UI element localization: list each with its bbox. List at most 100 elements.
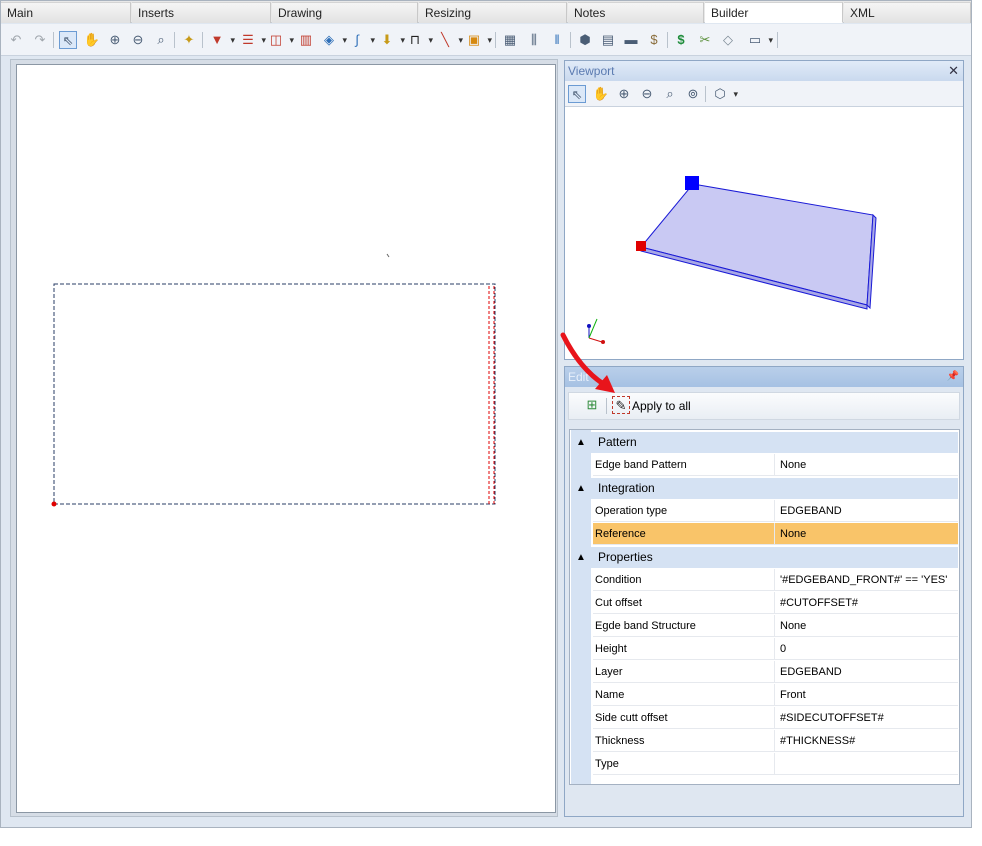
part-icon[interactable]: ◈ — [320, 31, 347, 49]
hardware-icon[interactable]: ▼ — [208, 31, 235, 49]
drawing-canvas[interactable] — [16, 64, 556, 813]
property-value[interactable]: Front — [780, 684, 956, 706]
property-grid: ▲ Pattern Edge band Pattern None ▲ Integ… — [569, 429, 960, 785]
property-value[interactable]: EDGEBAND — [780, 661, 956, 683]
collapse-icon[interactable]: ▲ — [576, 432, 586, 453]
viewport-title-bar: Viewport ✕ — [565, 61, 963, 81]
apply-to-all-button[interactable]: Apply to all — [632, 399, 691, 413]
view-cube-icon[interactable]: ⬡ — [711, 85, 738, 103]
panel-icon[interactable]: ☰ — [239, 31, 266, 49]
viewport-toolbar: ⇖ ✋ ⊕ ⊖ ⌕ ⊚ ⬡ — [565, 81, 963, 107]
anchor-red[interactable] — [636, 241, 646, 251]
move-icon[interactable]: ⬇ — [378, 31, 405, 49]
pan-icon[interactable]: ✋ — [83, 31, 101, 49]
property-name: Thickness — [595, 730, 775, 752]
price-icon[interactable]: $ — [672, 31, 690, 49]
property-value[interactable]: None — [780, 523, 956, 545]
property-row[interactable]: Cut offset #CUTOFFSET# — [593, 592, 958, 614]
property-row[interactable]: Operation type EDGEBAND — [593, 500, 958, 522]
property-name: Name — [595, 684, 775, 706]
property-row[interactable]: Egde band Structure None — [593, 615, 958, 637]
columns-icon[interactable]: ⫼ — [525, 31, 543, 49]
window-icon[interactable]: ▭ — [746, 31, 773, 49]
viewport-title: Viewport — [568, 64, 615, 78]
frame-icon[interactable]: ⊓ — [406, 31, 433, 49]
pan-icon[interactable]: ✋ — [592, 85, 610, 103]
cut-icon[interactable]: ✂ — [696, 31, 714, 49]
collapse-icon[interactable]: ▲ — [576, 478, 586, 499]
property-name: Side cutt offset — [595, 707, 775, 729]
part-outline[interactable] — [53, 283, 496, 505]
zoom-extents-icon[interactable]: ⌕ — [661, 85, 679, 103]
stray-mark — [386, 253, 390, 258]
select-icon[interactable]: ⇖ — [568, 85, 586, 103]
property-name: Reference — [595, 523, 775, 545]
toolbar-separator — [174, 32, 175, 48]
orbit-icon[interactable]: ⊚ — [684, 85, 702, 103]
zoom-in-icon[interactable]: ⊕ — [615, 85, 633, 103]
new-item-icon[interactable]: ✦ — [180, 31, 198, 49]
toolbar-separator — [705, 86, 706, 102]
edge-icon[interactable]: ◇ — [719, 31, 737, 49]
property-row[interactable]: Thickness #THICKNESS# — [593, 730, 958, 752]
property-row[interactable]: Layer EDGEBAND — [593, 661, 958, 683]
property-row-selected[interactable]: Reference None — [593, 523, 958, 545]
property-value[interactable]: #SIDECUTOFFSET# — [780, 707, 956, 729]
door-icon[interactable]: ◫ — [267, 31, 294, 49]
property-row[interactable]: Type — [593, 753, 958, 775]
property-value[interactable]: EDGEBAND — [780, 500, 956, 522]
property-row[interactable]: Height 0 — [593, 638, 958, 660]
origin-point[interactable] — [51, 501, 57, 507]
toolbar-separator — [202, 32, 203, 48]
tab-inserts[interactable]: Inserts — [132, 2, 271, 23]
material-icon[interactable]: ▣ — [465, 31, 492, 49]
tab-xml[interactable]: XML — [844, 2, 971, 23]
property-row[interactable]: Name Front — [593, 684, 958, 706]
zoom-out-icon[interactable]: ⊖ — [129, 31, 147, 49]
category-pattern[interactable]: ▲ Pattern — [571, 432, 958, 453]
category-integration[interactable]: ▲ Integration — [571, 478, 958, 499]
curve-icon[interactable]: ∫ — [348, 31, 375, 49]
property-value[interactable]: #THICKNESS# — [780, 730, 956, 752]
tab-notes[interactable]: Notes — [568, 2, 704, 23]
pin-icon[interactable]: 📌 — [947, 367, 959, 387]
property-row[interactable]: Side cutt offset #SIDECUTOFFSET# — [593, 707, 958, 729]
insert-icon[interactable]: ▥ — [297, 31, 315, 49]
close-icon[interactable]: ✕ — [948, 61, 959, 81]
zoom-in-icon[interactable]: ⊕ — [106, 31, 124, 49]
money-bag-icon[interactable]: $ — [645, 31, 663, 49]
calculator-icon[interactable]: ▦ — [501, 31, 519, 49]
zoom-out-icon[interactable]: ⊖ — [638, 85, 656, 103]
box-icon[interactable]: ⬢ — [576, 31, 594, 49]
category-properties[interactable]: ▲ Properties — [571, 547, 958, 568]
property-row[interactable]: Condition '#EDGEBAND_FRONT#' == 'YES' — [593, 569, 958, 591]
property-value[interactable]: 0 — [780, 638, 956, 660]
redo-icon[interactable]: ↷ — [31, 31, 49, 49]
tab-builder[interactable]: Builder — [705, 2, 843, 23]
anchor-blue[interactable] — [685, 176, 699, 190]
cabinet-icon[interactable]: ▤ — [599, 31, 617, 49]
property-value[interactable]: None — [780, 615, 956, 637]
category-label: Properties — [598, 550, 653, 564]
property-row[interactable]: Edge band Pattern None — [593, 454, 958, 476]
panel-splitter[interactable] — [564, 360, 964, 365]
property-name: Height — [595, 638, 775, 660]
category-label: Pattern — [598, 435, 637, 449]
property-value[interactable]: '#EDGEBAND_FRONT#' == 'YES' — [780, 569, 956, 591]
property-name: Type — [595, 753, 775, 775]
tab-drawing[interactable]: Drawing — [272, 2, 418, 23]
columns-icon[interactable]: ‖ — [548, 31, 566, 49]
viewport-3d-view[interactable] — [565, 109, 963, 359]
tab-main[interactable]: Main — [1, 2, 131, 23]
drawer-icon[interactable]: ▬ — [622, 31, 640, 49]
line-icon[interactable]: ╲ — [436, 31, 463, 49]
property-value[interactable]: None — [780, 454, 956, 476]
property-name: Egde band Structure — [595, 615, 775, 637]
undo-icon[interactable]: ↶ — [7, 31, 25, 49]
zoom-extents-icon[interactable]: ⌕ — [152, 31, 170, 49]
collapse-icon[interactable]: ▲ — [576, 547, 586, 568]
select-icon[interactable]: ⇖ — [59, 31, 77, 49]
tab-resizing[interactable]: Resizing — [419, 2, 567, 23]
property-value[interactable]: #CUTOFFSET# — [780, 592, 956, 614]
edit-panel: Edit 📌 ⊞ ✎ Apply to all ▲ Pattern Edge b… — [564, 366, 964, 817]
